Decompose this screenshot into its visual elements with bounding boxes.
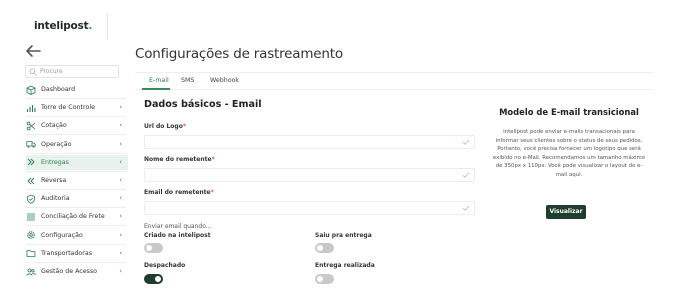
sidebar-item-label: Operação	[41, 140, 72, 148]
template-description: Intelipost pode enviar e-mails transacio…	[492, 129, 646, 178]
shield-check-icon	[26, 194, 36, 204]
package-icon	[26, 85, 36, 95]
sidebar-divider	[26, 243, 126, 245]
sidebar-item-torre-de-controle[interactable]: Torre de Controle ‹	[26, 100, 128, 115]
toggle-delivered[interactable]	[315, 274, 334, 284]
toggle-label-delivered: Entrega realizada	[315, 262, 375, 269]
main-panel: E-mail SMS Webhook Dados básicos - Email…	[135, 72, 653, 300]
sidebar-item-label: Entregas	[41, 158, 69, 166]
chevron-left-icon[interactable]: ‹	[119, 249, 122, 257]
list-icon	[26, 212, 36, 222]
logo-dot: .	[88, 20, 93, 32]
chevron-left-icon[interactable]: ‹	[119, 158, 122, 166]
chevron-left-icon[interactable]: ‹	[119, 267, 122, 275]
sender-name-label: Nome do remetente*	[144, 156, 215, 163]
truck-icon	[26, 139, 36, 149]
chevron-left-icon[interactable]: ‹	[119, 176, 122, 184]
sidebar-item-label: Dashboard	[41, 86, 76, 93]
email-template-card: Modelo de E-mail transicional Intelipost…	[485, 91, 653, 300]
back-arrow-icon[interactable]	[24, 44, 42, 58]
logo-text: intelipost	[34, 20, 89, 32]
sender-name-input[interactable]	[144, 168, 475, 182]
page-title: Configurações de rastreamento	[135, 46, 343, 62]
sidebar-divider	[26, 170, 126, 172]
view-button[interactable]: Visualizar	[546, 205, 586, 219]
sidebar-item-label: Conciliação de Frete	[41, 213, 105, 221]
sidebar-divider	[26, 98, 126, 99]
sidebar-item-label: Transportadoras	[41, 249, 92, 257]
search-icon	[29, 68, 37, 76]
sidebar-divider	[26, 225, 126, 227]
sidebar-item-label: Torre de Controle	[41, 104, 95, 112]
chevrons-right-icon	[26, 157, 36, 167]
sidebar-item-label: Reversa	[41, 177, 67, 184]
toggle-label-dispatched: Despachado	[144, 262, 186, 269]
tab-sms[interactable]: SMS	[181, 77, 194, 84]
sidebar-item-gestao-de-acesso[interactable]: Gestão de Acesso ‹	[26, 264, 128, 279]
toggle-dispatched[interactable]	[144, 274, 163, 284]
sidebar-item-transportadoras[interactable]: Transportadoras ‹	[26, 246, 128, 261]
sender-email-input[interactable]	[144, 201, 475, 215]
scissors-icon	[26, 121, 36, 131]
bar-chart-icon	[26, 103, 36, 113]
logo-url-input[interactable]	[144, 135, 475, 149]
sidebar-item-label: Cotação	[41, 122, 67, 130]
sidebar-divider	[26, 116, 126, 118]
top-bar: intelipost.	[0, 0, 675, 40]
logo-url-label: Url do Logo*	[144, 123, 186, 130]
section-title: Dados básicos - Email	[144, 99, 262, 110]
sidebar: Procure Dashboard Torre de Controle ‹ Cotaç…	[0, 40, 130, 299]
sender-email-label: Email do remetente*	[144, 189, 214, 196]
sidebar-item-auditoria[interactable]: Auditoria ‹	[26, 191, 128, 206]
sidebar-item-label: Configuração	[41, 231, 83, 239]
active-tab-indicator	[142, 88, 170, 90]
sidebar-item-label: Auditoria	[41, 195, 70, 203]
sidebar-item-operacao[interactable]: Operação ‹	[26, 137, 128, 152]
toggle-knob	[317, 276, 323, 282]
basic-data-form: Dados básicos - Email Url do Logo* Nome …	[135, 91, 485, 300]
sidebar-item-label: Gestão de Acesso	[41, 268, 98, 275]
template-title: Modelo de E-mail transicional	[499, 107, 639, 117]
sidebar-item-conciliacao-de-frete[interactable]: Conciliação de Frete ‹	[26, 209, 128, 224]
chevron-left-icon[interactable]: ‹	[119, 194, 122, 202]
sidebar-divider	[26, 189, 126, 190]
sidebar-search-input[interactable]: Procure	[25, 65, 119, 78]
sidebar-item-entregas[interactable]: Entregas ‹	[26, 154, 128, 170]
sidebar-divider	[26, 152, 126, 154]
sidebar-item-cotacao[interactable]: Cotação ‹	[26, 118, 128, 133]
check-icon	[462, 139, 470, 145]
logo[interactable]: intelipost.	[34, 20, 92, 32]
chevron-left-icon[interactable]: ‹	[119, 103, 122, 111]
chevrons-left-icon	[26, 176, 36, 186]
chevron-left-icon[interactable]: ‹	[119, 231, 122, 239]
sidebar-item-reversa[interactable]: Reversa ‹	[26, 173, 128, 188]
tab-email[interactable]: E-mail	[149, 77, 169, 84]
check-icon	[462, 205, 470, 211]
chevron-left-icon[interactable]: ‹	[119, 212, 122, 220]
sidebar-divider	[26, 207, 126, 209]
users-icon	[26, 267, 36, 277]
sidebar-item-dashboard[interactable]: Dashboard	[26, 82, 128, 97]
toggle-label-out-for-delivery: Saiu pra entrega	[315, 232, 372, 239]
toggle-label-created: Criado na intelipost	[144, 232, 211, 239]
send-when-label: Enviar email quando...	[144, 223, 212, 230]
tab-bar: E-mail SMS Webhook	[135, 73, 653, 90]
top-bar-divider	[107, 14, 108, 40]
sidebar-item-configuracao[interactable]: Configuração ‹	[26, 228, 128, 243]
toggle-out-for-delivery[interactable]	[315, 243, 334, 253]
folder-icon	[26, 248, 36, 258]
chevron-left-icon[interactable]: ‹	[119, 121, 122, 129]
sidebar-divider	[26, 134, 126, 136]
toggle-knob	[155, 276, 161, 282]
check-icon	[462, 172, 470, 178]
gear-icon	[26, 230, 36, 240]
sidebar-divider	[26, 261, 126, 263]
toggle-knob	[317, 245, 323, 251]
toggle-knob	[146, 245, 152, 251]
tab-webhook[interactable]: Webhook	[210, 77, 239, 84]
toggle-created[interactable]	[144, 243, 163, 253]
chevron-left-icon[interactable]: ‹	[119, 140, 122, 148]
search-placeholder: Procure	[40, 68, 63, 75]
